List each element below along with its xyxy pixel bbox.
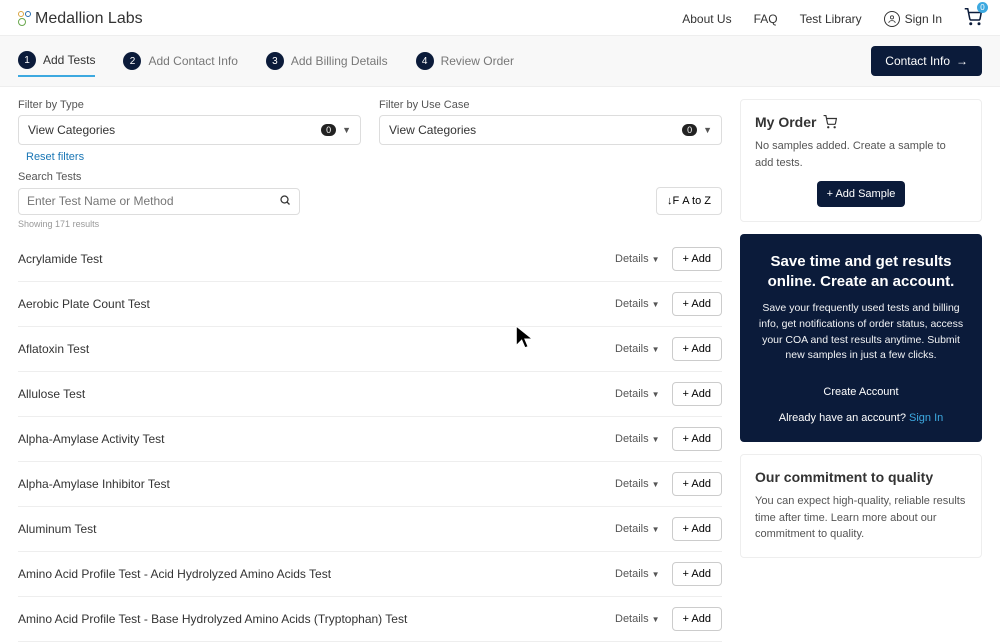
details-toggle[interactable]: Details ▼ bbox=[615, 568, 660, 580]
test-row: Acrylamide Test Details ▼ + Add bbox=[18, 237, 722, 282]
logo[interactable]: Medallion Labs bbox=[18, 10, 143, 28]
quality-card: Our commitment to quality You can expect… bbox=[740, 454, 982, 558]
promo-card: Save time and get results online. Create… bbox=[740, 234, 982, 442]
filter-usecase-dropdown[interactable]: View Categories 0▼ bbox=[379, 115, 722, 145]
add-test-button[interactable]: + Add bbox=[672, 472, 722, 496]
top-nav: About Us FAQ Test Library Sign In 0 bbox=[682, 8, 982, 29]
reset-filters[interactable]: Reset filters bbox=[26, 151, 722, 163]
chevron-down-icon: ▼ bbox=[652, 300, 660, 309]
test-row: Aluminum Test Details ▼ + Add bbox=[18, 507, 722, 552]
nav-faq[interactable]: FAQ bbox=[754, 12, 778, 26]
step-contact-info[interactable]: 2Add Contact Info bbox=[123, 52, 237, 70]
add-test-button[interactable]: + Add bbox=[672, 607, 722, 631]
add-test-button[interactable]: + Add bbox=[672, 292, 722, 316]
chevron-down-icon: ▼ bbox=[652, 570, 660, 579]
test-row: Allulose Test Details ▼ + Add bbox=[18, 372, 722, 417]
nav-library[interactable]: Test Library bbox=[800, 12, 862, 26]
step-bar: 1Add Tests 2Add Contact Info 3Add Billin… bbox=[0, 35, 1000, 87]
quality-title: Our commitment to quality bbox=[755, 469, 967, 485]
details-toggle[interactable]: Details ▼ bbox=[615, 613, 660, 625]
results-count: Showing 171 results bbox=[18, 219, 722, 229]
cart-icon bbox=[823, 115, 837, 129]
promo-title: Save time and get results online. Create… bbox=[754, 252, 968, 291]
add-test-button[interactable]: + Add bbox=[672, 427, 722, 451]
test-name: Amino Acid Profile Test - Acid Hydrolyze… bbox=[18, 567, 331, 581]
test-name: Acrylamide Test bbox=[18, 252, 102, 266]
nav-about[interactable]: About Us bbox=[682, 12, 731, 26]
steps: 1Add Tests 2Add Contact Info 3Add Billin… bbox=[18, 51, 514, 71]
search-box bbox=[18, 188, 300, 215]
signin-button[interactable]: Sign In bbox=[884, 11, 942, 27]
sort-icon: ↓F bbox=[667, 195, 679, 207]
sort-button[interactable]: ↓FA to Z bbox=[656, 187, 722, 215]
filter-type-label: Filter by Type bbox=[18, 99, 361, 111]
test-name: Aerobic Plate Count Test bbox=[18, 297, 150, 311]
search-icon[interactable] bbox=[279, 194, 291, 209]
test-name: Alpha-Amylase Activity Test bbox=[18, 432, 165, 446]
cart-count-badge: 0 bbox=[977, 2, 988, 13]
test-row: Aflatoxin Test Details ▼ + Add bbox=[18, 327, 722, 372]
test-row: Amino Acid Profile Test - Acid Hydrolyze… bbox=[18, 552, 722, 597]
promo-signin-link[interactable]: Sign In bbox=[909, 412, 943, 424]
details-toggle[interactable]: Details ▼ bbox=[615, 343, 660, 355]
details-toggle[interactable]: Details ▼ bbox=[615, 253, 660, 265]
filters-row: Filter by Type View Categories 0▼ Filter… bbox=[18, 99, 722, 145]
step-billing[interactable]: 3Add Billing Details bbox=[266, 52, 388, 70]
add-test-button[interactable]: + Add bbox=[672, 382, 722, 406]
arrow-right-icon: → bbox=[956, 54, 968, 68]
chevron-down-icon: ▼ bbox=[652, 480, 660, 489]
test-name: Aflatoxin Test bbox=[18, 342, 89, 356]
test-row: Amino Acid Profile Test - Base Hydrolyze… bbox=[18, 597, 722, 642]
caret-down-icon: ▼ bbox=[342, 125, 351, 135]
user-icon bbox=[884, 11, 900, 27]
details-toggle[interactable]: Details ▼ bbox=[615, 298, 660, 310]
search-input[interactable] bbox=[27, 194, 279, 208]
chevron-down-icon: ▼ bbox=[652, 525, 660, 534]
chevron-down-icon: ▼ bbox=[652, 255, 660, 264]
usecase-count-badge: 0 bbox=[682, 124, 697, 136]
chevron-down-icon: ▼ bbox=[652, 345, 660, 354]
test-row: Alpha-Amylase Inhibitor Test Details ▼ + A… bbox=[18, 462, 722, 507]
step-add-tests[interactable]: 1Add Tests bbox=[18, 51, 95, 77]
promo-body: Save your frequently used tests and bill… bbox=[754, 301, 968, 364]
contact-info-button[interactable]: Contact Info→ bbox=[871, 46, 982, 76]
test-name: Amino Acid Profile Test - Base Hydrolyze… bbox=[18, 612, 407, 626]
test-name: Alpha-Amylase Inhibitor Test bbox=[18, 477, 170, 491]
logo-mark bbox=[18, 11, 31, 26]
signin-label: Sign In bbox=[905, 12, 942, 26]
caret-down-icon: ▼ bbox=[703, 125, 712, 135]
chevron-down-icon: ▼ bbox=[652, 435, 660, 444]
add-test-button[interactable]: + Add bbox=[672, 517, 722, 541]
create-account-link[interactable]: Create Account bbox=[754, 386, 968, 398]
type-count-badge: 0 bbox=[321, 124, 336, 136]
details-toggle[interactable]: Details ▼ bbox=[615, 523, 660, 535]
order-empty-text: No samples added. Create a sample to add… bbox=[755, 138, 967, 171]
step-review[interactable]: 4Review Order bbox=[416, 52, 514, 70]
chevron-down-icon: ▼ bbox=[652, 615, 660, 624]
my-order-title: My Order bbox=[755, 114, 816, 130]
promo-signin-line: Already have an account? Sign In bbox=[754, 412, 968, 424]
add-test-button[interactable]: + Add bbox=[672, 337, 722, 361]
search-label: Search Tests bbox=[18, 171, 722, 183]
test-list: Acrylamide TestDetails ▼+ AddAerobic Pla… bbox=[18, 237, 722, 642]
test-name: Allulose Test bbox=[18, 387, 85, 401]
filter-usecase-label: Filter by Use Case bbox=[379, 99, 722, 111]
details-toggle[interactable]: Details ▼ bbox=[615, 433, 660, 445]
add-sample-button[interactable]: + Add Sample bbox=[817, 181, 906, 207]
logo-text: Medallion Labs bbox=[35, 10, 143, 28]
chevron-down-icon: ▼ bbox=[652, 390, 660, 399]
details-toggle[interactable]: Details ▼ bbox=[615, 478, 660, 490]
test-name: Aluminum Test bbox=[18, 522, 96, 536]
cart-button[interactable]: 0 bbox=[964, 8, 982, 29]
topbar: Medallion Labs About Us FAQ Test Library… bbox=[0, 0, 1000, 35]
details-toggle[interactable]: Details ▼ bbox=[615, 388, 660, 400]
test-row: Alpha-Amylase Activity Test Details ▼ + Ad… bbox=[18, 417, 722, 462]
my-order-card: My Order No samples added. Create a samp… bbox=[740, 99, 982, 222]
add-test-button[interactable]: + Add bbox=[672, 247, 722, 271]
filter-type-dropdown[interactable]: View Categories 0▼ bbox=[18, 115, 361, 145]
test-row: Aerobic Plate Count Test Details ▼ + Add bbox=[18, 282, 722, 327]
quality-body: You can expect high-quality, reliable re… bbox=[755, 493, 967, 543]
